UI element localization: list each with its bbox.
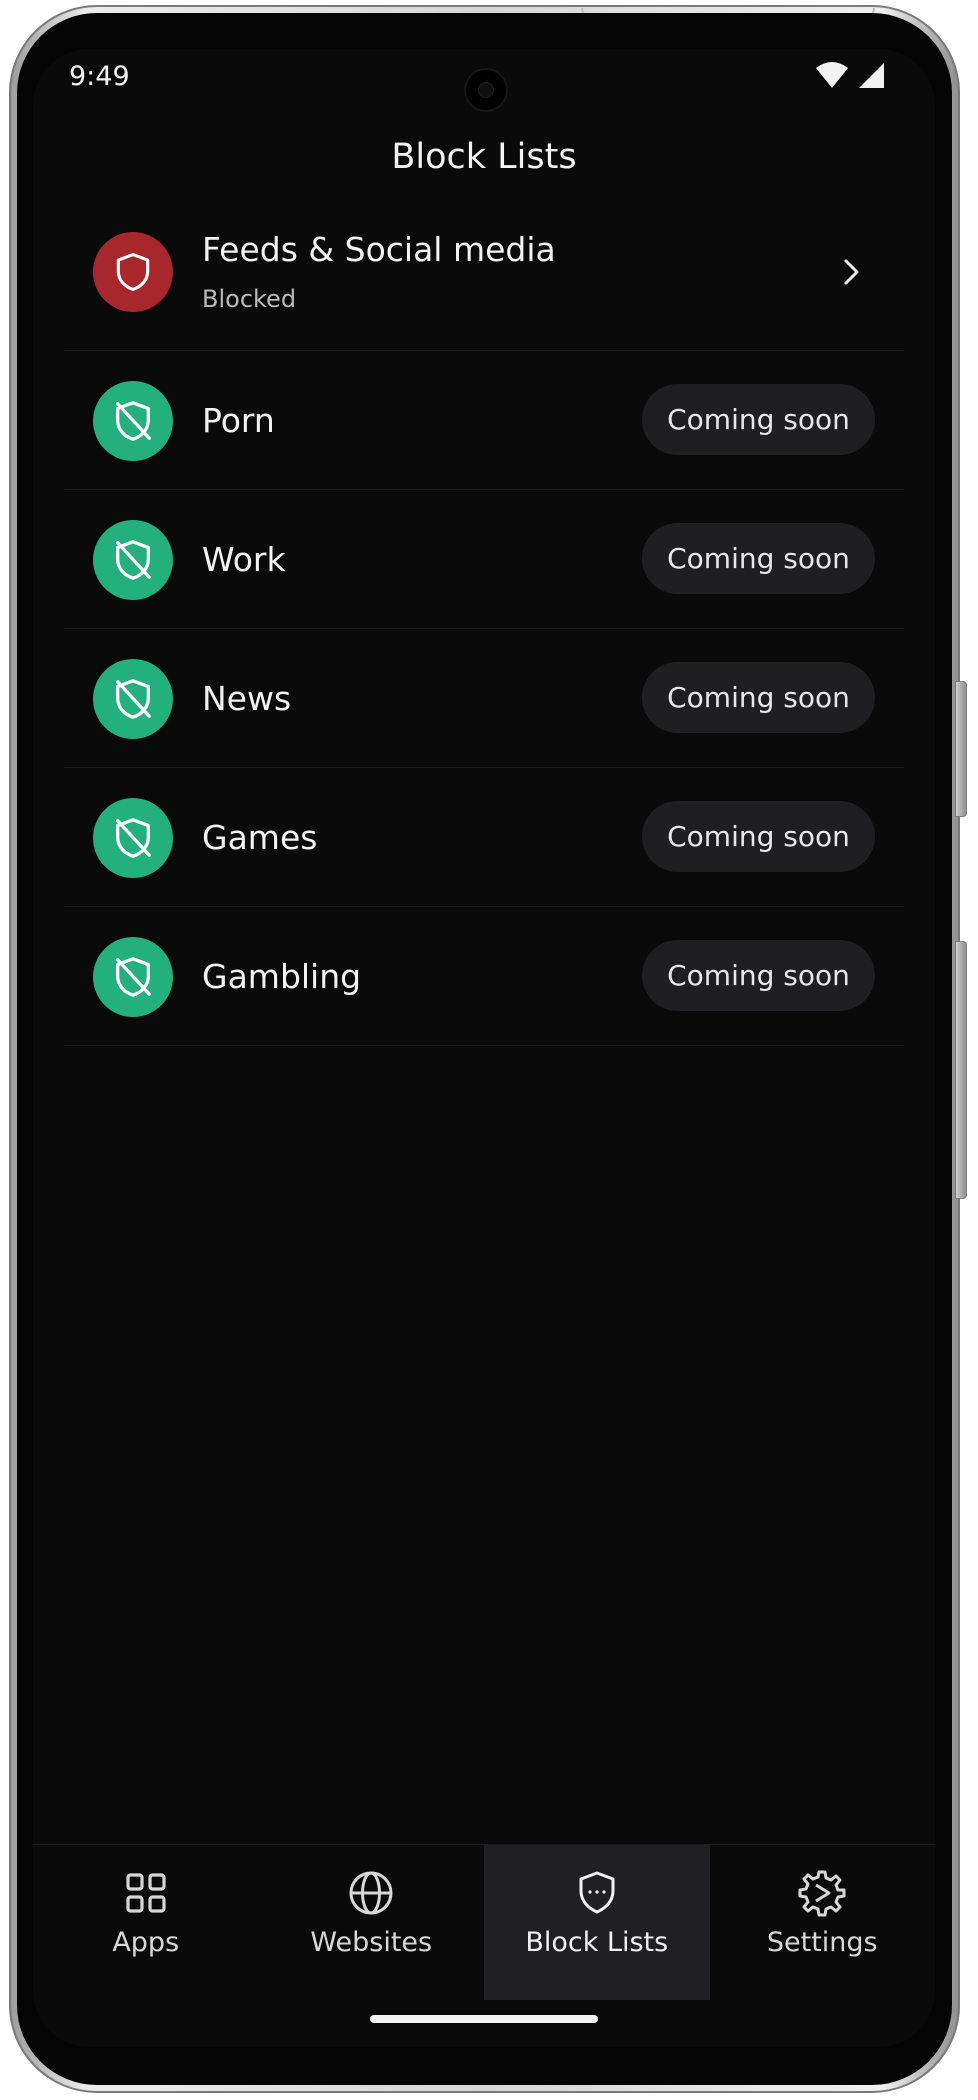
nav-label: Block Lists — [525, 1927, 669, 1958]
block-list-icon-badge — [93, 937, 173, 1017]
shield-dots-icon — [579, 1871, 615, 1914]
nav-label: Settings — [766, 1927, 878, 1958]
block-list-icon-badge — [93, 798, 173, 878]
nav-item-settings[interactable]: Settings — [710, 1845, 936, 2000]
shield-off-icon — [116, 679, 151, 719]
coming-soon-badge: Coming soon — [642, 523, 875, 594]
gear-icon — [798, 1870, 846, 1917]
block-list-label: Feeds & Social media — [202, 230, 556, 269]
coming-soon-badge: Coming soon — [642, 384, 875, 455]
shield-off-icon — [116, 401, 151, 441]
globe-icon — [349, 1871, 393, 1915]
block-list-icon-badge — [93, 520, 173, 600]
block-list-label: Work — [202, 540, 286, 579]
nav-item-block-lists[interactable]: Block Lists — [484, 1845, 710, 2000]
page-title: Block Lists — [391, 137, 577, 177]
power-button — [955, 941, 967, 1199]
shield-off-icon — [116, 818, 151, 858]
cellular-signal-icon — [859, 63, 884, 88]
block-list-label: Porn — [202, 401, 275, 440]
block-list-item-news[interactable]: News Coming soon — [64, 629, 904, 768]
nav-label: Apps — [112, 1927, 180, 1958]
block-list-label: Games — [202, 818, 318, 857]
bottom-navigation: Apps Websites Block Lists Settings — [33, 1844, 935, 2000]
home-indicator[interactable] — [370, 2015, 598, 2023]
coming-soon-badge: Coming soon — [642, 662, 875, 733]
nav-item-apps[interactable]: Apps — [33, 1845, 259, 2000]
nav-label: Websites — [310, 1927, 433, 1958]
shield-icon — [116, 253, 150, 291]
block-list-item-feeds-social-media[interactable]: Feeds & Social media Blocked — [64, 196, 904, 351]
block-list-item-porn[interactable]: Porn Coming soon — [64, 351, 904, 490]
block-list: Feeds & Social media Blocked Porn Coming… — [64, 196, 904, 1046]
grid-icon — [126, 1873, 166, 1913]
shield-off-icon — [116, 957, 151, 997]
block-list-item-games[interactable]: Games Coming soon — [64, 768, 904, 907]
block-list-status: Blocked — [202, 285, 297, 313]
block-list-icon-badge — [93, 659, 173, 739]
screen: 9:49 Block Lists Feeds & Social media Bl… — [33, 49, 935, 2047]
status-time: 9:49 — [69, 61, 130, 92]
coming-soon-badge: Coming soon — [642, 801, 875, 872]
block-list-icon-badge — [93, 381, 173, 461]
chevron-right-icon — [844, 259, 859, 285]
nav-item-websites[interactable]: Websites — [259, 1845, 485, 2000]
block-list-label: Gambling — [202, 957, 362, 996]
wifi-icon — [816, 62, 848, 88]
front-camera — [466, 70, 506, 110]
coming-soon-badge: Coming soon — [642, 940, 875, 1011]
volume-button — [955, 681, 967, 817]
block-list-icon-badge — [93, 232, 173, 312]
shield-off-icon — [116, 540, 151, 580]
block-list-label: News — [202, 679, 292, 718]
status-icons — [815, 61, 885, 89]
block-list-item-gambling[interactable]: Gambling Coming soon — [64, 907, 904, 1046]
block-list-item-work[interactable]: Work Coming soon — [64, 490, 904, 629]
